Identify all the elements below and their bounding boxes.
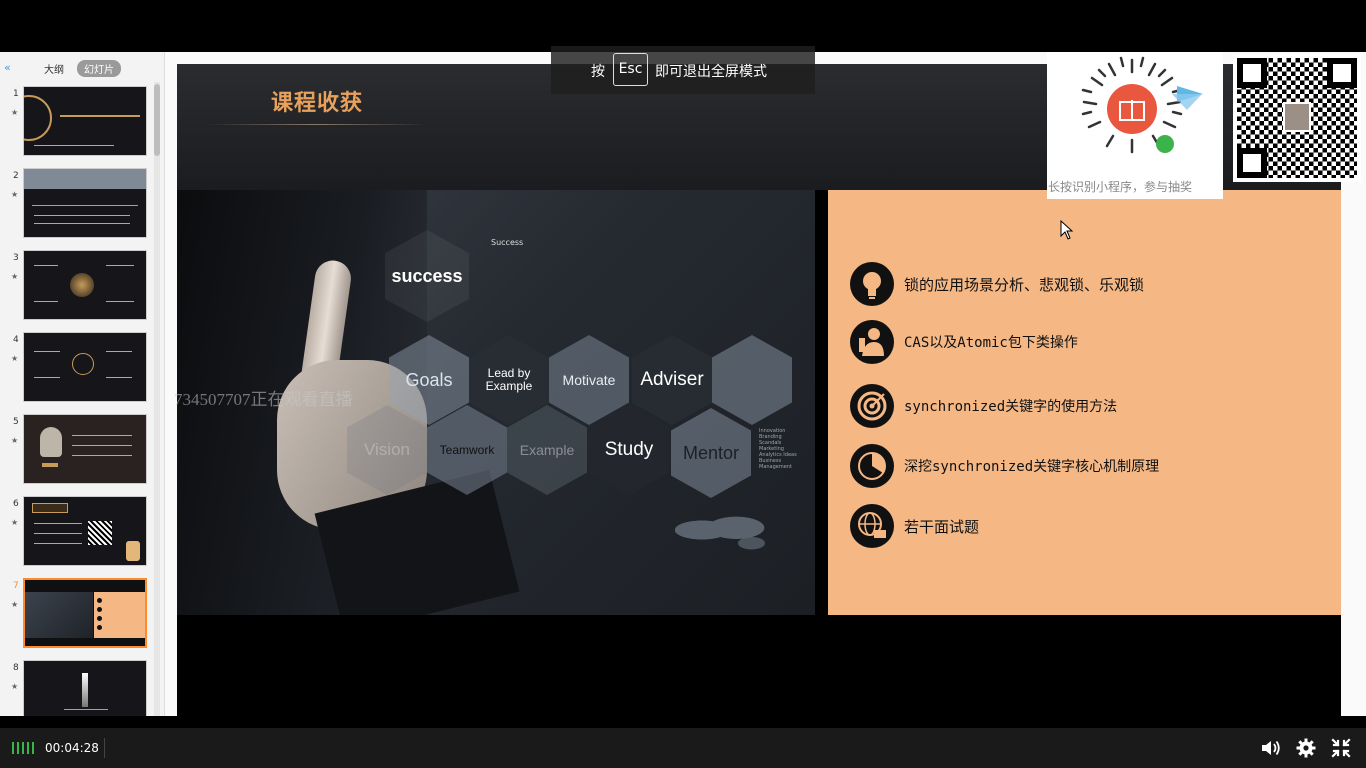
- star-icon: ★: [11, 190, 19, 199]
- thumbnail-item[interactable]: 6 ★: [0, 496, 158, 568]
- panel-header: « 大纲 幻灯片: [0, 52, 164, 82]
- star-icon: ★: [11, 272, 19, 281]
- slide-thumbnail[interactable]: [23, 250, 147, 320]
- thumbnail-item[interactable]: 8 ★: [0, 660, 158, 716]
- player-control-bar: 00:04:28: [0, 728, 1366, 768]
- collapse-panel-button[interactable]: «: [4, 61, 11, 74]
- hex-label: Goals: [405, 369, 453, 390]
- esc-key-badge: Esc: [613, 53, 648, 86]
- hex-label: Teamwork: [439, 443, 495, 457]
- settings-gear-icon[interactable]: [1296, 738, 1316, 758]
- thumbnail-item[interactable]: 1 ★: [0, 86, 158, 158]
- hex-blank: [712, 335, 792, 425]
- tab-slides[interactable]: 幻灯片: [77, 60, 121, 77]
- thumbnail-item[interactable]: 2 ★: [0, 168, 158, 240]
- outcome-item: 深挖synchronized关键字核心机制原理: [850, 444, 1330, 490]
- thumbnail-number: 2: [13, 171, 19, 181]
- slide-thumbnail[interactable]: [23, 332, 147, 402]
- outcome-text: 深挖synchronized关键字核心机制原理: [904, 459, 1160, 475]
- mouse-cursor-icon: [1060, 220, 1074, 240]
- screen: « 大纲 幻灯片 1 ★ 2 ★ 3 ★ 4 ★ 5 ★ 6 ★ 7 ★ 8 ★…: [0, 0, 1366, 768]
- thumbnail-item[interactable]: 3 ★: [0, 250, 158, 322]
- promo-caption: 长按识别小程序，参与抽奖: [1048, 180, 1193, 194]
- tab-outline[interactable]: 大纲: [44, 61, 64, 76]
- slide-title: 课程收获: [271, 91, 364, 116]
- volume-icon[interactable]: [1260, 738, 1282, 758]
- person-icon: [850, 320, 894, 364]
- hex-label: Mentor: [682, 442, 740, 463]
- signal-strength-icon: [12, 742, 34, 754]
- qr-code-pattern: [1237, 58, 1357, 178]
- scrollbar-thumb[interactable]: [154, 84, 160, 156]
- outcome-text: CAS以及Atomic包下类操作: [904, 335, 1078, 351]
- exit-fullscreen-icon[interactable]: [1331, 738, 1351, 758]
- outcome-text: 锁的应用场景分析、悲观锁、乐观锁: [904, 276, 1145, 294]
- slide-thumbnail-active[interactable]: [23, 578, 147, 648]
- slide-thumbnail[interactable]: [23, 168, 147, 238]
- slide-thumbnail[interactable]: [23, 414, 147, 484]
- thumbnail-number: 6: [13, 499, 19, 509]
- thumbnail-number: 4: [13, 335, 19, 345]
- outcome-text: 若干面试题: [904, 518, 980, 536]
- fullscreen-exit-hint: 按 Esc 即可退出全屏模式: [551, 46, 815, 94]
- outcome-item: CAS以及Atomic包下类操作: [850, 320, 1330, 366]
- star-icon: ★: [11, 354, 19, 363]
- pie-chart-icon: [850, 444, 894, 488]
- hex-mentor: Mentor: [671, 408, 751, 498]
- thumbnail-number: 8: [13, 663, 19, 673]
- elapsed-time: 00:04:28: [45, 741, 99, 755]
- divider: [104, 738, 105, 758]
- hex-label: Lead by Example: [485, 366, 533, 393]
- thumbnail-number: 7: [13, 581, 19, 591]
- target-icon: [850, 384, 894, 428]
- mini-program-code-graphic: [1081, 56, 1203, 154]
- globe-icon: [850, 504, 894, 548]
- world-map-graphic: [675, 508, 765, 552]
- hex-label: Example: [519, 442, 575, 458]
- slide-thumbnail-panel: « 大纲 幻灯片 1 ★ 2 ★ 3 ★ 4 ★ 5 ★ 6 ★ 7 ★ 8 ★: [0, 52, 165, 716]
- thumbnail-item[interactable]: 4 ★: [0, 332, 158, 404]
- star-icon: ★: [11, 108, 19, 117]
- hint-suffix: 即可退出全屏模式: [655, 64, 767, 80]
- hex-label: Motivate: [562, 372, 616, 388]
- success-logo-text: Success: [491, 238, 524, 247]
- lightbulb-icon: [850, 262, 894, 306]
- course-outcomes-panel: 锁的应用场景分析、悲观锁、乐观锁 CAS以及Atomic包下类操作 synchr…: [828, 190, 1341, 615]
- hex-study: Study: [589, 405, 669, 495]
- mentor-keyword-list: Innovation Branding Scandals Marketing A…: [759, 428, 797, 470]
- thumbnail-number: 3: [13, 253, 19, 263]
- qr-code[interactable]: [1233, 54, 1361, 182]
- hint-prefix: 按: [591, 64, 605, 80]
- slide-footer-band: [177, 615, 1341, 716]
- outcome-item: 锁的应用场景分析、悲观锁、乐观锁: [850, 262, 1330, 308]
- outcome-item: synchronized关键字的使用方法: [850, 384, 1330, 430]
- slide-thumbnail[interactable]: [23, 660, 147, 716]
- slide-thumbnail[interactable]: [23, 496, 147, 566]
- outcome-item: 若干面试题: [850, 504, 1330, 550]
- hex-motivate: Motivate: [549, 335, 629, 425]
- thumbnail-item[interactable]: 7 ★: [0, 578, 158, 650]
- star-icon: ★: [11, 682, 19, 691]
- hex-label: Adviser: [640, 369, 704, 390]
- slide-thumbnail[interactable]: [23, 86, 147, 156]
- hex-label: Study: [604, 439, 654, 460]
- star-icon: ★: [11, 436, 19, 445]
- title-divider: [207, 124, 427, 125]
- thumbnail-number: 1: [13, 89, 19, 99]
- hex-label: Vision: [364, 440, 410, 459]
- thumbnail-item[interactable]: 5 ★: [0, 414, 158, 486]
- outcome-text: synchronized关键字的使用方法: [904, 399, 1118, 415]
- hex-label: success: [391, 265, 463, 286]
- viewer-watermark: 734507707正在观看直播: [174, 390, 353, 409]
- star-icon: ★: [11, 518, 19, 527]
- star-icon: ★: [11, 600, 19, 609]
- panel-scrollbar[interactable]: [154, 82, 160, 716]
- hex-adviser: Adviser: [632, 335, 712, 425]
- mini-program-promo[interactable]: 长按识别小程序，参与抽奖: [1047, 52, 1223, 199]
- thumbnail-number: 5: [13, 417, 19, 427]
